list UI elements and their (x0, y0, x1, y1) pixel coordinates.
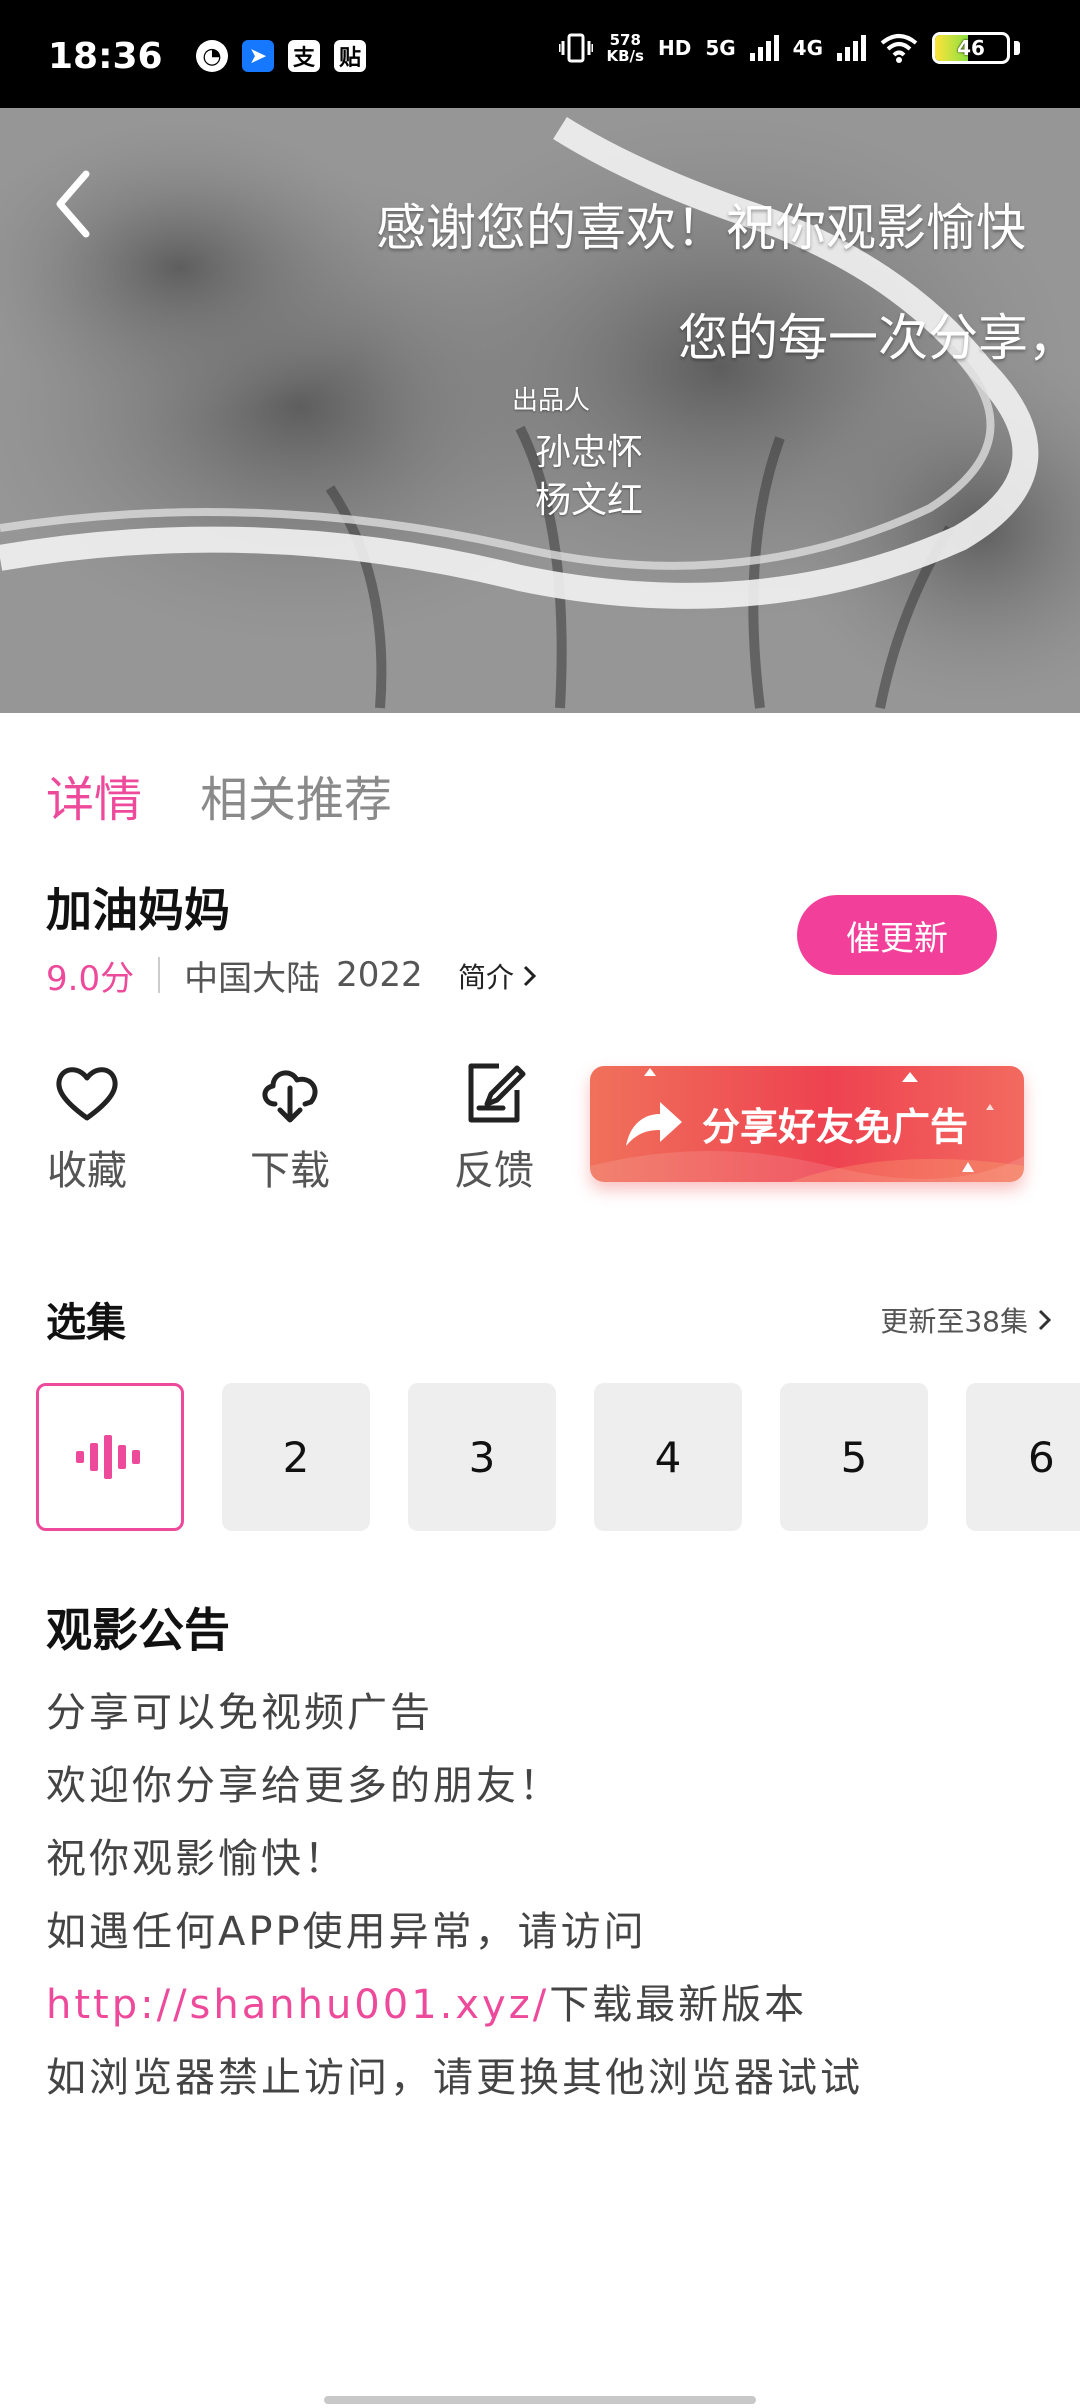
show-region: 中国大陆 (184, 958, 321, 999)
video-credit-name: 孙忠怀 (535, 432, 644, 473)
zhi-icon: 支 (288, 40, 320, 72)
download-label: 下载 (250, 1148, 330, 1194)
share-arrow-icon (626, 1102, 682, 1146)
chevron-right-icon (1038, 1309, 1052, 1331)
notice-line: 如浏览器禁止访问，请更换其他浏览器试试 (46, 2055, 863, 2101)
episode-4[interactable]: 4 (594, 1383, 742, 1531)
show-title: 加油妈妈 (46, 883, 230, 937)
video-player[interactable]: 感谢您的喜欢！祝你观影愉快 您的每一次分享， 出品人 孙忠怀 杨文红 (0, 108, 1080, 713)
notice-line: 祝你观影愉快！ (46, 1836, 347, 1882)
notification-icons: ◔ ➤ 支 贴 (196, 40, 366, 72)
net-speed-unit: KB/s (606, 47, 644, 65)
video-credit-name: 杨文红 (535, 480, 644, 521)
episodes-title: 选集 (46, 1300, 126, 1346)
status-bar: 18:36 ◔ ➤ 支 贴 578 KB/s HD 5G 4G 46 (0, 0, 1080, 108)
show-meta: 9.0分 中国大陆 2022 (46, 950, 423, 1000)
episode-3[interactable]: 3 (408, 1383, 556, 1531)
notice-line: 欢迎你分享给更多的朋友！ (46, 1763, 562, 1809)
episode-1[interactable] (36, 1383, 184, 1531)
episode-5[interactable]: 5 (780, 1383, 928, 1531)
heart-icon (56, 1067, 118, 1121)
edit-icon (468, 1063, 526, 1123)
vibrate-icon (558, 33, 593, 63)
meta-divider (158, 957, 161, 993)
signal-bars-icon (837, 35, 866, 61)
favorite-label: 收藏 (47, 1148, 127, 1194)
pin-icon: ➤ (242, 40, 274, 72)
status-time: 18:36 (48, 36, 163, 77)
sim2-network: 4G (792, 36, 823, 60)
feedback-button[interactable]: 反馈 (434, 1058, 554, 1196)
video-subtitle-line2: 您的每一次分享， (678, 309, 1078, 367)
video-credit-title: 出品人 (512, 386, 591, 416)
share-label: 分享好友免广告 (702, 1105, 969, 1149)
intro-label: 简介 (458, 961, 515, 994)
playing-audio-icon (76, 1435, 140, 1479)
episodes-more-link[interactable]: 更新至38集 (880, 1300, 1052, 1340)
cloud-download-icon (262, 1070, 318, 1123)
show-score: 9.0分 (46, 958, 135, 999)
tab-details[interactable]: 详情 (46, 760, 142, 830)
back-arrow-icon[interactable] (46, 164, 106, 244)
tie-icon: 贴 (334, 40, 366, 72)
net-speed-value: 578 (609, 31, 641, 49)
urge-update-button[interactable]: 催更新 (797, 895, 997, 975)
battery-icon: 46 (932, 32, 1010, 64)
episode-6[interactable]: 6 (966, 1383, 1080, 1531)
intro-link[interactable]: 简介 (458, 956, 538, 996)
sim1-network: 5G (705, 36, 736, 60)
episode-2[interactable]: 2 (222, 1383, 370, 1531)
battery-level: 46 (957, 36, 985, 60)
favorite-button[interactable]: 收藏 (27, 1058, 147, 1196)
battery-tip (1014, 41, 1020, 55)
signal-bars-icon (749, 35, 779, 61)
share-ad-free-button[interactable]: 分享好友免广告 (590, 1066, 1024, 1182)
speedometer-icon: ◔ (196, 40, 228, 72)
notice-link-suffix: 下载最新版本 (549, 1982, 808, 2028)
tab-related[interactable]: 相关推荐 (200, 760, 392, 830)
home-indicator[interactable] (324, 2396, 756, 2404)
notice-link[interactable]: http://shanhu001.xyz/ (46, 1982, 549, 2028)
wifi-icon (880, 34, 918, 63)
notice-link-line: http://shanhu001.xyz/下载最新版本 (46, 1972, 807, 2030)
show-year: 2022 (336, 955, 423, 995)
episodes-update-label: 更新至38集 (880, 1305, 1028, 1338)
notice-title: 观影公告 (46, 1603, 230, 1657)
system-icons: 578 KB/s HD 5G 4G 46 (558, 32, 1020, 64)
download-button[interactable]: 下载 (230, 1058, 350, 1196)
feedback-label: 反馈 (454, 1148, 534, 1194)
chevron-right-icon (523, 965, 537, 987)
net-speed: 578 KB/s (607, 32, 644, 64)
hd-badge: HD (657, 36, 692, 60)
notice-line: 分享可以免视频广告 (46, 1690, 433, 1736)
notice-line: 如遇任何APP使用异常，请访问 (46, 1909, 647, 1955)
video-subtitle-line1: 感谢您的喜欢！祝你观影愉快 (376, 199, 1026, 257)
